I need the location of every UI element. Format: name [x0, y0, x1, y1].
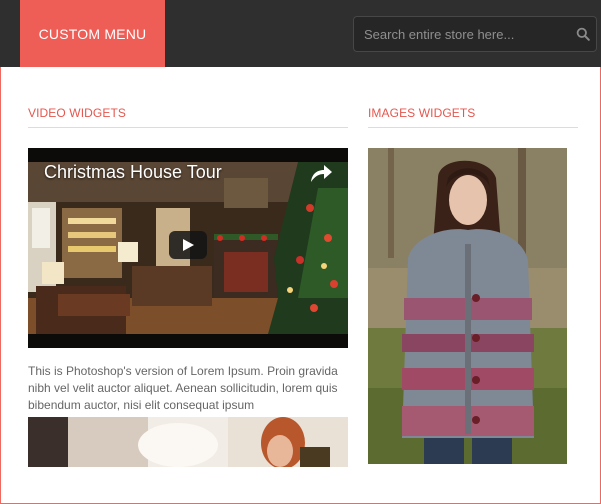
images-widget-photo[interactable] — [368, 148, 567, 464]
search-box — [353, 16, 597, 52]
second-video-thumbnail[interactable] — [28, 417, 348, 467]
video-player[interactable]: Christmas House Tour — [28, 148, 348, 348]
video-description: This is Photoshop's version of Lorem Ips… — [28, 364, 338, 412]
video-title: Christmas House Tour — [44, 162, 222, 182]
share-icon[interactable] — [308, 162, 334, 184]
search-input[interactable] — [354, 17, 564, 51]
video-widgets-divider — [28, 127, 348, 128]
video-widgets-title: VIDEO WIDGETS — [28, 106, 126, 120]
menu-dropdown-panel: VIDEO WIDGETS IMAGES WIDGETS Christmas H… — [0, 67, 601, 504]
images-widgets-title: IMAGES WIDGETS — [368, 106, 476, 120]
search-icon[interactable] — [576, 27, 590, 41]
images-widgets-divider — [368, 127, 578, 128]
play-icon[interactable] — [169, 231, 207, 259]
custom-menu-button[interactable]: CUSTOM MENU — [20, 0, 165, 67]
top-bar: CUSTOM MENU — [0, 0, 601, 67]
